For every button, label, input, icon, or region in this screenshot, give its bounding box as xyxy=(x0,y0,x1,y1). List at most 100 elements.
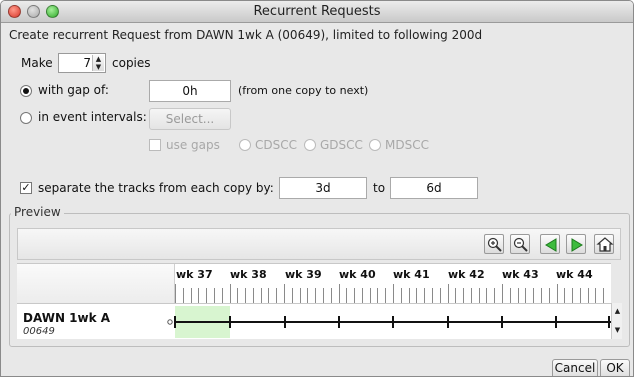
day-tick xyxy=(603,288,604,304)
day-tick xyxy=(510,288,511,304)
home-icon[interactable] xyxy=(594,234,614,254)
day-tick xyxy=(284,284,285,304)
day-tick xyxy=(533,288,534,304)
gap-label: with gap of: xyxy=(38,83,109,97)
day-tick xyxy=(432,288,433,304)
day-tick xyxy=(448,284,449,304)
week-label: wk 38 xyxy=(230,268,267,281)
day-tick xyxy=(557,284,558,304)
scroll-down-icon[interactable]: ▼ xyxy=(612,325,623,336)
track-row[interactable]: DAWN 1wk A 00649 xyxy=(17,303,611,339)
day-tick xyxy=(463,288,464,304)
day-tick xyxy=(494,288,495,304)
day-tick xyxy=(409,288,410,304)
day-tick xyxy=(191,288,192,304)
day-tick xyxy=(518,288,519,304)
day-tick xyxy=(198,288,199,304)
day-tick xyxy=(541,288,542,304)
day-tick xyxy=(230,284,231,304)
day-tick xyxy=(354,288,355,304)
separate-tracks-label: separate the tracks from each copy by: xyxy=(38,181,274,195)
day-tick xyxy=(416,288,417,304)
day-tick xyxy=(455,288,456,304)
event-intervals-label: in event intervals: xyxy=(38,110,147,124)
day-tick xyxy=(572,288,573,304)
day-tick xyxy=(502,284,503,304)
cdscc-radio[interactable] xyxy=(239,139,251,151)
gdscc-radio[interactable] xyxy=(304,139,316,151)
week-label: wk 42 xyxy=(448,268,485,281)
day-tick xyxy=(214,288,215,304)
day-tick xyxy=(479,288,480,304)
day-tick xyxy=(300,288,301,304)
select-button[interactable]: Select... xyxy=(149,108,231,130)
week-label: wk 41 xyxy=(393,268,430,281)
day-tick xyxy=(315,288,316,304)
day-tick xyxy=(253,288,254,304)
copies-spinner[interactable]: 7 ▲ ▼ xyxy=(58,53,106,73)
preview-toolbar xyxy=(17,228,621,260)
spinner-arrows-icon[interactable]: ▲ ▼ xyxy=(92,55,104,71)
separate-from-input[interactable]: 3d xyxy=(279,177,367,199)
event-intervals-radio[interactable] xyxy=(20,112,32,124)
ok-button[interactable]: OK xyxy=(600,359,630,376)
zoom-in-icon[interactable] xyxy=(484,234,504,254)
mdscc-radio[interactable] xyxy=(369,139,381,151)
day-tick xyxy=(377,288,378,304)
day-tick xyxy=(222,288,223,304)
day-tick xyxy=(292,288,293,304)
vertical-scrollbar[interactable]: ▲ ▼ xyxy=(611,303,622,339)
cdscc-label: CDSCC xyxy=(255,138,297,152)
gdscc-label: GDSCC xyxy=(320,138,363,152)
make-label: Make xyxy=(21,56,53,70)
dialog-description: Create recurrent Request from DAWN 1wk A… xyxy=(9,28,483,42)
day-tick xyxy=(237,288,238,304)
day-tick xyxy=(206,288,207,304)
forward-arrow-icon[interactable] xyxy=(566,234,586,254)
day-tick xyxy=(245,288,246,304)
cancel-button[interactable]: Cancel xyxy=(552,359,598,376)
week-label: wk 37 xyxy=(176,268,213,281)
gap-radio[interactable] xyxy=(20,85,32,97)
day-tick xyxy=(183,288,184,304)
use-gaps-label: use gaps xyxy=(166,138,220,152)
day-tick xyxy=(331,288,332,304)
day-tick xyxy=(370,288,371,304)
back-arrow-icon[interactable] xyxy=(540,234,560,254)
track-timeline[interactable] xyxy=(17,304,611,340)
week-label: wk 44 xyxy=(556,268,593,281)
scroll-up-icon[interactable]: ▲ xyxy=(612,306,623,317)
copies-label: copies xyxy=(112,56,151,70)
day-tick xyxy=(307,288,308,304)
day-tick xyxy=(362,288,363,304)
to-label: to xyxy=(373,181,386,195)
day-tick xyxy=(323,288,324,304)
day-tick xyxy=(393,284,394,304)
day-tick xyxy=(471,288,472,304)
zoom-out-icon[interactable] xyxy=(510,234,530,254)
copies-value[interactable]: 7 xyxy=(83,56,91,70)
day-tick xyxy=(580,288,581,304)
day-tick xyxy=(588,288,589,304)
day-tick xyxy=(440,288,441,304)
track-start-marker xyxy=(167,319,173,325)
separate-to-input[interactable]: 6d xyxy=(390,177,478,199)
day-tick xyxy=(595,288,596,304)
day-tick xyxy=(261,288,262,304)
week-header-row: wk 37 wk 38 wk 39 wk 40 wk 41 wk 42 wk 4… xyxy=(17,263,611,304)
preview-title: Preview xyxy=(11,205,64,219)
gap-input[interactable]: 0h xyxy=(149,80,231,102)
separate-tracks-checkbox[interactable]: ✓ xyxy=(20,182,32,194)
window-title: Recurrent Requests xyxy=(253,4,381,19)
day-tick xyxy=(339,284,340,304)
day-tick xyxy=(525,288,526,304)
day-tick xyxy=(401,288,402,304)
use-gaps-checkbox[interactable] xyxy=(149,139,161,151)
day-tick xyxy=(424,288,425,304)
week-header-spacer xyxy=(17,264,175,304)
day-tick xyxy=(564,288,565,304)
day-tick xyxy=(268,288,269,304)
day-tick xyxy=(276,288,277,304)
week-label: wk 39 xyxy=(285,268,322,281)
day-tick xyxy=(175,284,176,304)
